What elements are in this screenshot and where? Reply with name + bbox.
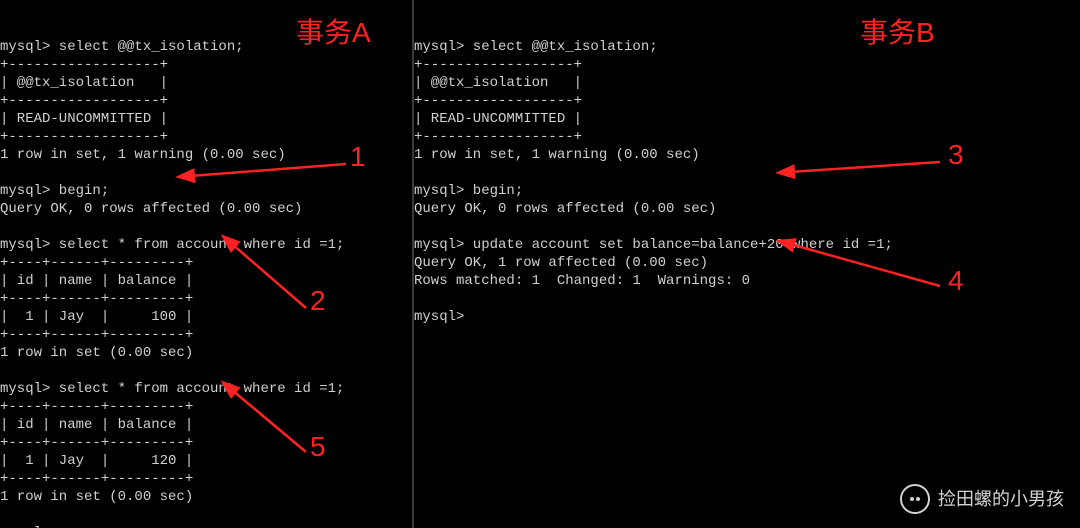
- watermark-text: 捡田螺的小男孩: [938, 490, 1064, 508]
- terminal-screenshot: mysql> select @@tx_isolation; +---------…: [0, 0, 1080, 528]
- watermark: 捡田螺的小男孩: [900, 484, 1064, 514]
- terminal-b: mysql> select @@tx_isolation; +---------…: [414, 0, 1080, 528]
- terminal-b-output: mysql> select @@tx_isolation; +---------…: [414, 38, 1080, 326]
- wechat-icon: [900, 484, 930, 514]
- terminal-a: mysql> select @@tx_isolation; +---------…: [0, 0, 414, 528]
- terminal-a-output: mysql> select @@tx_isolation; +---------…: [0, 38, 412, 528]
